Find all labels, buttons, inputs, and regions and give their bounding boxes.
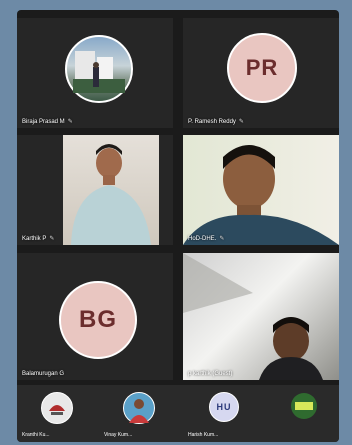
profile-photo-avatar <box>291 393 317 419</box>
mic-muted-icon: ✎ <box>49 236 55 242</box>
mic-muted-icon: ✎ <box>219 236 225 242</box>
participant-tile-ramesh[interactable]: PR P. Ramesh Reddy ✎ <box>183 18 339 128</box>
profile-photo-avatar <box>65 35 133 103</box>
profile-photo-avatar <box>123 392 155 424</box>
participant-tile-pkarthik[interactable]: p karthik (Guest) <box>183 253 339 380</box>
initials-avatar: HU <box>209 392 239 422</box>
participant-strip[interactable]: Kranthi Ku... Vinay Kum... HU Harish Kum… <box>17 385 339 442</box>
participant-name: Kranthi Ku... <box>22 432 50 438</box>
green-logo-icon <box>295 402 313 410</box>
strip-item-kranthi[interactable]: Kranthi Ku... <box>19 385 95 442</box>
participant-name: Harish Kum... <box>188 432 219 438</box>
meeting-window: Biraja Prasad M ✎ PR P. Ramesh Reddy ✎ Kar… <box>17 10 339 442</box>
logo-icon <box>49 405 65 415</box>
strip-item-vinay[interactable]: Vinay Kum... <box>101 385 177 442</box>
person-video <box>183 253 323 380</box>
participant-tile-biraja[interactable]: Biraja Prasad M ✎ <box>17 18 173 128</box>
participant-tile-balamurugan[interactable]: BG Balamurugan G <box>17 253 173 380</box>
mic-muted-icon: ✎ <box>67 119 73 125</box>
strip-item-4[interactable] <box>269 385 339 442</box>
participant-name: Karthik P ✎ <box>22 236 55 242</box>
participant-name: Vinay Kum... <box>104 432 133 438</box>
participant-name: p karthik (Guest) <box>188 371 233 377</box>
profile-photo-avatar <box>41 392 73 424</box>
person-video <box>183 145 339 245</box>
participant-name: P. Ramesh Reddy ✎ <box>188 119 244 125</box>
video-feed <box>183 253 339 380</box>
participant-name: Balamurugan G <box>22 371 65 377</box>
participant-tile-karthik[interactable]: Karthik P ✎ <box>17 135 173 245</box>
participant-tile-hod[interactable]: HoD-DHE. ✎ <box>183 135 339 245</box>
participant-name: Biraja Prasad M ✎ <box>22 119 73 125</box>
person-photo-icon <box>129 399 149 423</box>
building-photo-icon <box>73 51 125 93</box>
participant-name: HoD-DHE. ✎ <box>188 236 225 242</box>
initials-avatar: PR <box>227 33 297 103</box>
video-feed <box>183 135 339 245</box>
strip-item-harish[interactable]: HU Harish Kum... <box>185 385 261 442</box>
video-feed <box>63 135 159 245</box>
mic-muted-icon: ✎ <box>238 119 244 125</box>
person-video <box>71 144 151 245</box>
initials-avatar: BG <box>59 281 137 359</box>
